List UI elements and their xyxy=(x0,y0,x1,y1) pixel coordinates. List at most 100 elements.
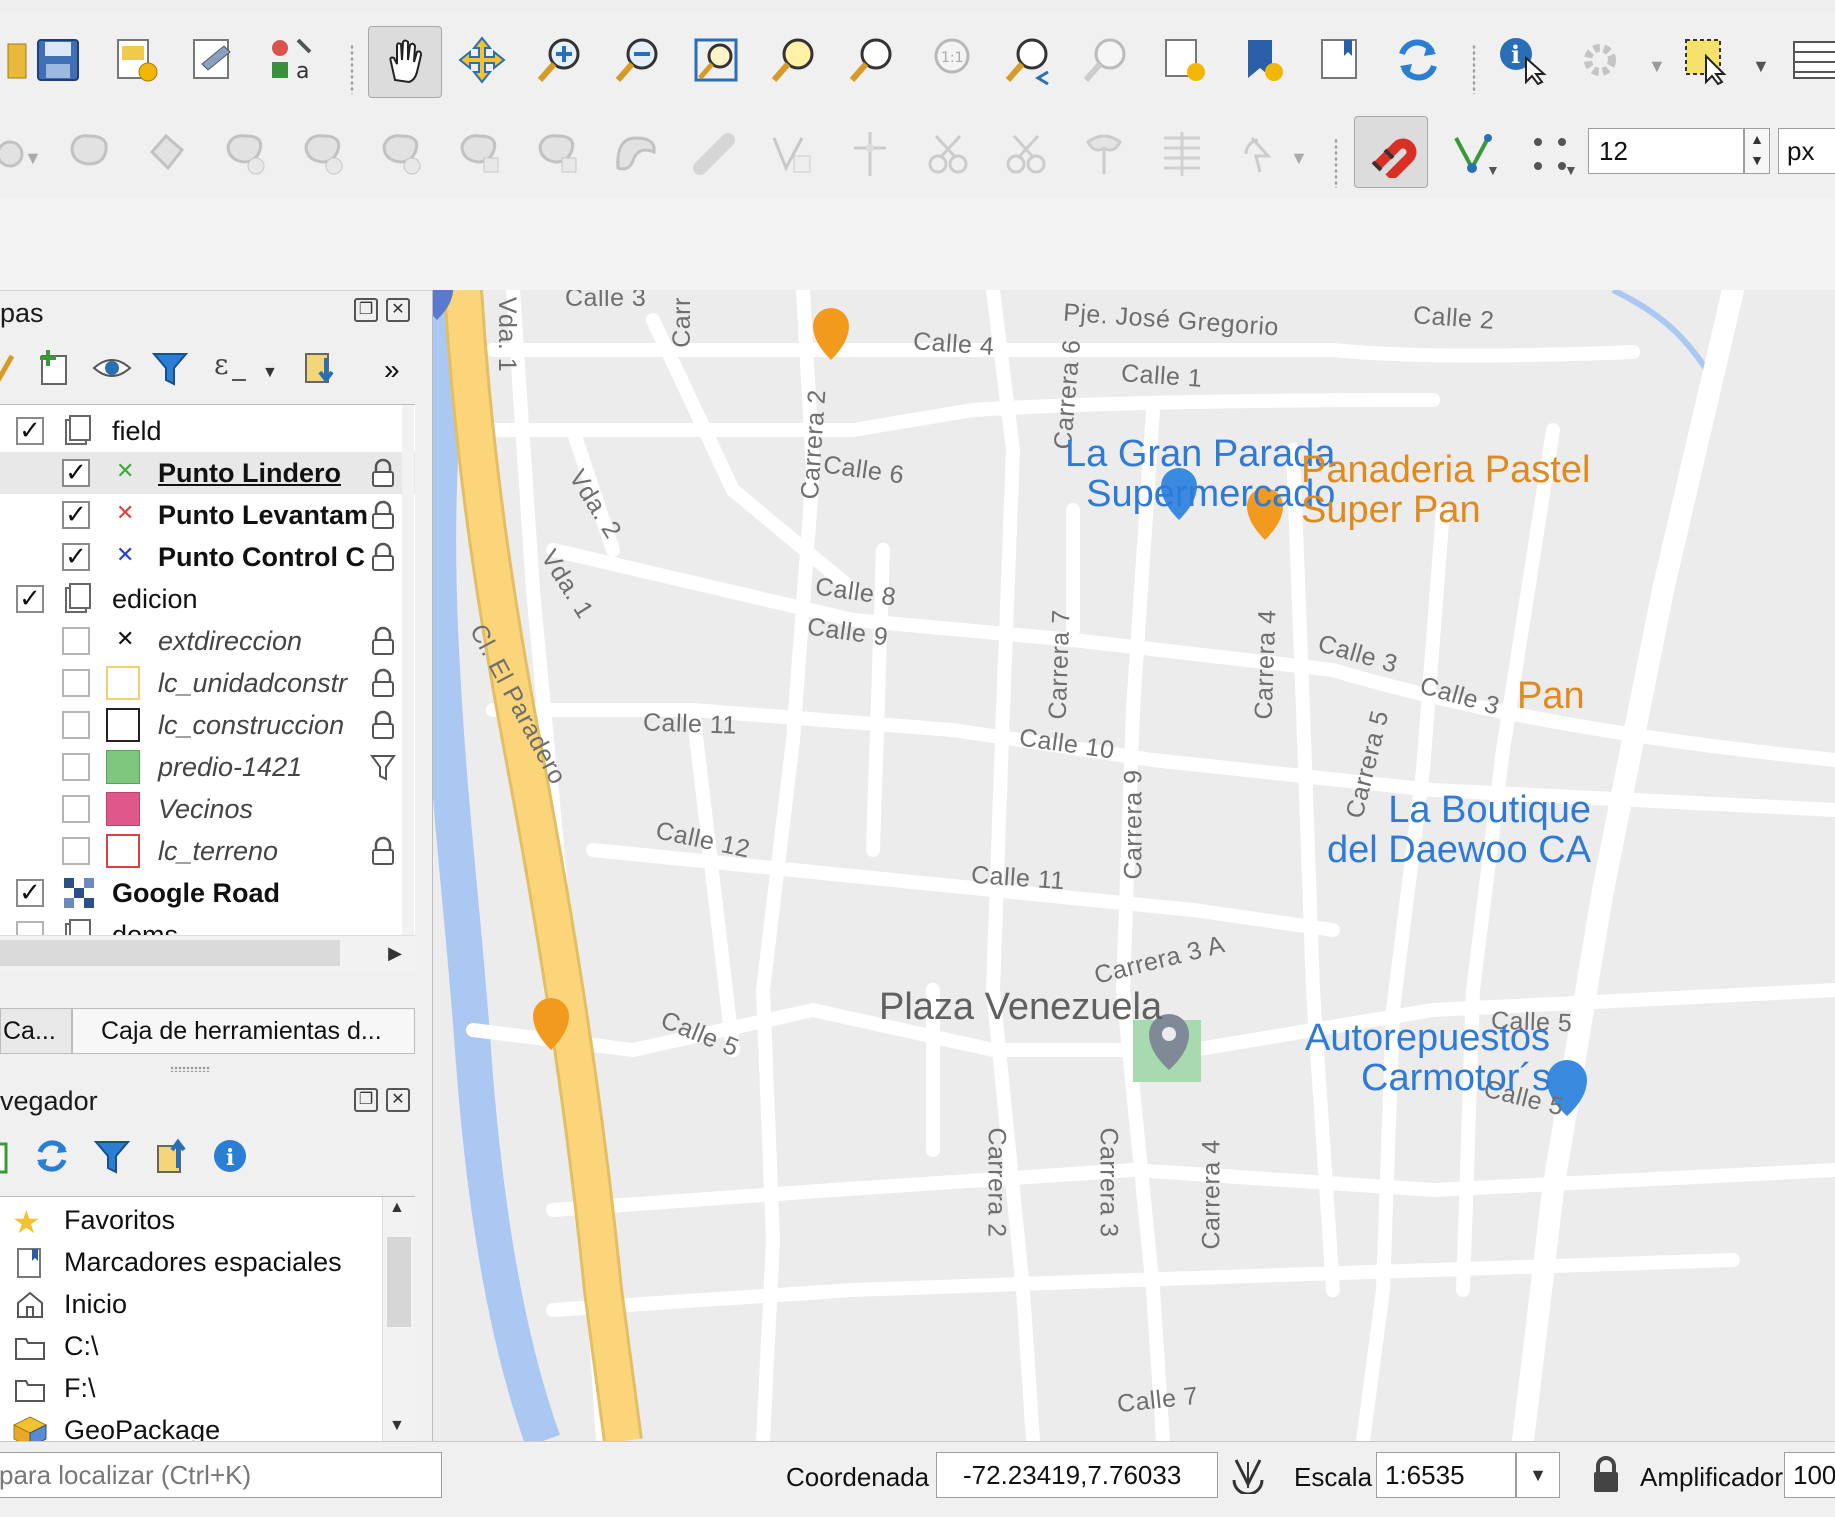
delete-part-icon[interactable] xyxy=(446,120,514,188)
layer-checkbox[interactable]: ✓ xyxy=(62,543,90,571)
float-panel-icon[interactable]: ❐ xyxy=(354,1088,378,1112)
snap-unit-select[interactable]: px xyxy=(1778,128,1835,174)
layer-checkbox[interactable] xyxy=(62,711,90,739)
scrollbar-thumb[interactable] xyxy=(387,1237,411,1327)
zoom-native-button[interactable]: 1:1 xyxy=(916,26,984,94)
pan-to-selection-button[interactable] xyxy=(448,26,516,94)
scale-dropdown-button[interactable]: ▼ xyxy=(1516,1452,1560,1498)
style-manager-button[interactable]: a xyxy=(258,26,326,94)
map-canvas[interactable]: Calle 3 Calle 4 Carrera 6 Pje. José Greg… xyxy=(432,290,1835,1441)
zoom-in-button[interactable] xyxy=(526,26,594,94)
layer-extdireccion[interactable]: ✕ extdireccion xyxy=(0,620,415,662)
delete-ring-icon[interactable] xyxy=(368,120,436,188)
actions-button[interactable] xyxy=(1566,26,1634,94)
style-icon[interactable] xyxy=(0,348,18,388)
layer-checkbox[interactable] xyxy=(62,669,90,697)
chevron-down-icon[interactable]: ▼ xyxy=(262,364,278,382)
lock-icon[interactable] xyxy=(370,626,396,656)
reshape-icon[interactable] xyxy=(524,120,592,188)
snap-tolerance-input[interactable]: 12 xyxy=(1588,128,1744,174)
show-bookmarks-button[interactable] xyxy=(1306,26,1374,94)
toolbar-grip[interactable] xyxy=(1334,138,1338,188)
attribute-table-button[interactable] xyxy=(1782,26,1835,94)
toolbar-grip[interactable] xyxy=(350,44,354,94)
poi-plaza-label[interactable]: Plaza Venezuela xyxy=(879,986,1162,1029)
chevron-down-icon[interactable]: ▼ xyxy=(1752,56,1770,77)
pan-map-button[interactable] xyxy=(368,26,442,98)
merge-features-icon[interactable] xyxy=(1070,120,1138,188)
chevron-down-icon[interactable]: ▼ xyxy=(1648,56,1666,77)
layer-lc-unidadconstruccion[interactable]: lc_unidadconstr xyxy=(0,662,415,704)
lock-icon[interactable] xyxy=(370,836,396,866)
magnifier-input[interactable]: 100 xyxy=(1784,1452,1835,1498)
lock-icon[interactable] xyxy=(370,500,396,530)
simplify-icon[interactable] xyxy=(836,120,904,188)
layer-predio[interactable]: predio-1421 xyxy=(0,746,415,788)
lock-icon[interactable] xyxy=(370,458,396,488)
properties-info-icon[interactable]: i xyxy=(212,1138,248,1174)
manage-visibility-icon[interactable] xyxy=(90,348,134,388)
layer-lc-construccion[interactable]: lc_construccion xyxy=(0,704,415,746)
coordinate-field[interactable]: -72.23419,7.76033 xyxy=(936,1452,1218,1498)
offset-curve-icon[interactable] xyxy=(602,120,670,188)
refresh-icon[interactable] xyxy=(32,1136,72,1176)
lock-scale-icon[interactable] xyxy=(1590,1454,1622,1494)
lock-icon[interactable] xyxy=(370,668,396,698)
print-layout-button[interactable] xyxy=(102,26,170,94)
toolbar-grip[interactable] xyxy=(1472,44,1476,94)
layer-punto-lindero[interactable]: ✓ ✕ Punto Lindero xyxy=(0,452,415,494)
poi-bakery-label[interactable]: Panaderia Pastel Super Pan xyxy=(1301,450,1590,530)
layer-punto-levantamiento[interactable]: ✓ ✕ Punto Levantam xyxy=(0,494,415,536)
scroll-down-icon[interactable]: ▼ xyxy=(389,1417,405,1435)
vertical-scrollbar[interactable]: ▲ ▼ xyxy=(382,1197,415,1442)
layer-vecinos[interactable]: Vecinos xyxy=(0,788,415,830)
collapse-all-icon[interactable] xyxy=(152,1136,192,1176)
layer-checkbox[interactable]: ✓ xyxy=(16,585,44,613)
select-features-button[interactable] xyxy=(1672,26,1740,94)
layer-checkbox[interactable] xyxy=(62,795,90,823)
horizontal-scrollbar[interactable]: ▶ xyxy=(0,935,415,972)
new-bookmark-button[interactable] xyxy=(1228,26,1296,94)
float-panel-icon[interactable]: ❐ xyxy=(354,298,378,322)
layer-group-field[interactable]: ✓ field xyxy=(0,410,415,452)
layer-punto-control[interactable]: ✓ ✕ Punto Control C xyxy=(0,536,415,578)
save-project-button[interactable] xyxy=(24,26,92,94)
layer-checkbox[interactable] xyxy=(62,837,90,865)
layer-checkbox[interactable] xyxy=(62,627,90,655)
enable-snapping-button[interactable] xyxy=(1354,116,1428,188)
locator-search-input[interactable]: para localizar (Ctrl+K) xyxy=(0,1452,442,1498)
layout-manager-button[interactable] xyxy=(180,26,248,94)
scroll-right-icon[interactable]: ▶ xyxy=(380,938,410,968)
split-features-icon[interactable] xyxy=(914,120,982,188)
layer-checkbox[interactable]: ✓ xyxy=(16,879,44,907)
identify-features-button[interactable]: i xyxy=(1488,26,1556,94)
poi-boutique-label[interactable]: La Boutique del Daewoo CA xyxy=(1327,790,1591,870)
add-ring-icon[interactable] xyxy=(56,120,124,188)
vertex-tool-icon[interactable] xyxy=(758,120,826,188)
chevron-down-icon[interactable]: ▼ xyxy=(1290,148,1308,169)
layer-lc-terreno[interactable]: lc_terreno xyxy=(0,830,415,872)
layer-checkbox[interactable] xyxy=(62,753,90,781)
split-icon[interactable] xyxy=(680,120,748,188)
offset-point-symbols-icon[interactable] xyxy=(1224,120,1292,188)
filter-legend-icon[interactable] xyxy=(150,348,190,388)
scale-combobox[interactable]: 1:6535 xyxy=(1376,1452,1516,1498)
split-parts-icon[interactable] xyxy=(992,120,1060,188)
tab-ca[interactable]: Ca... xyxy=(0,1008,72,1054)
move-feature-icon[interactable] xyxy=(134,120,202,188)
zoom-next-button[interactable] xyxy=(1072,26,1140,94)
tab-caja-de-herramientas[interactable]: Caja de herramientas d... xyxy=(72,1008,415,1054)
more-tools-button[interactable]: » xyxy=(384,354,400,386)
expression-filter-icon[interactable]: ε xyxy=(210,346,250,390)
expand-all-icon[interactable] xyxy=(300,348,340,388)
layer-checkbox[interactable]: ✓ xyxy=(62,501,90,529)
zoom-to-layer-button[interactable] xyxy=(838,26,906,94)
poi-supermarket-label[interactable]: La Gran Parada Supermercado xyxy=(1065,434,1335,514)
vertical-scrollbar[interactable] xyxy=(402,405,414,935)
lock-icon[interactable] xyxy=(370,710,396,740)
close-panel-icon[interactable]: ✕ xyxy=(386,298,410,322)
lock-icon[interactable] xyxy=(370,542,396,572)
snap-tolerance-spinner[interactable]: ▲ ▼ xyxy=(1744,128,1770,174)
chevron-down-icon[interactable]: ▼ xyxy=(1564,162,1578,178)
layer-checkbox[interactable]: ✓ xyxy=(16,417,44,445)
